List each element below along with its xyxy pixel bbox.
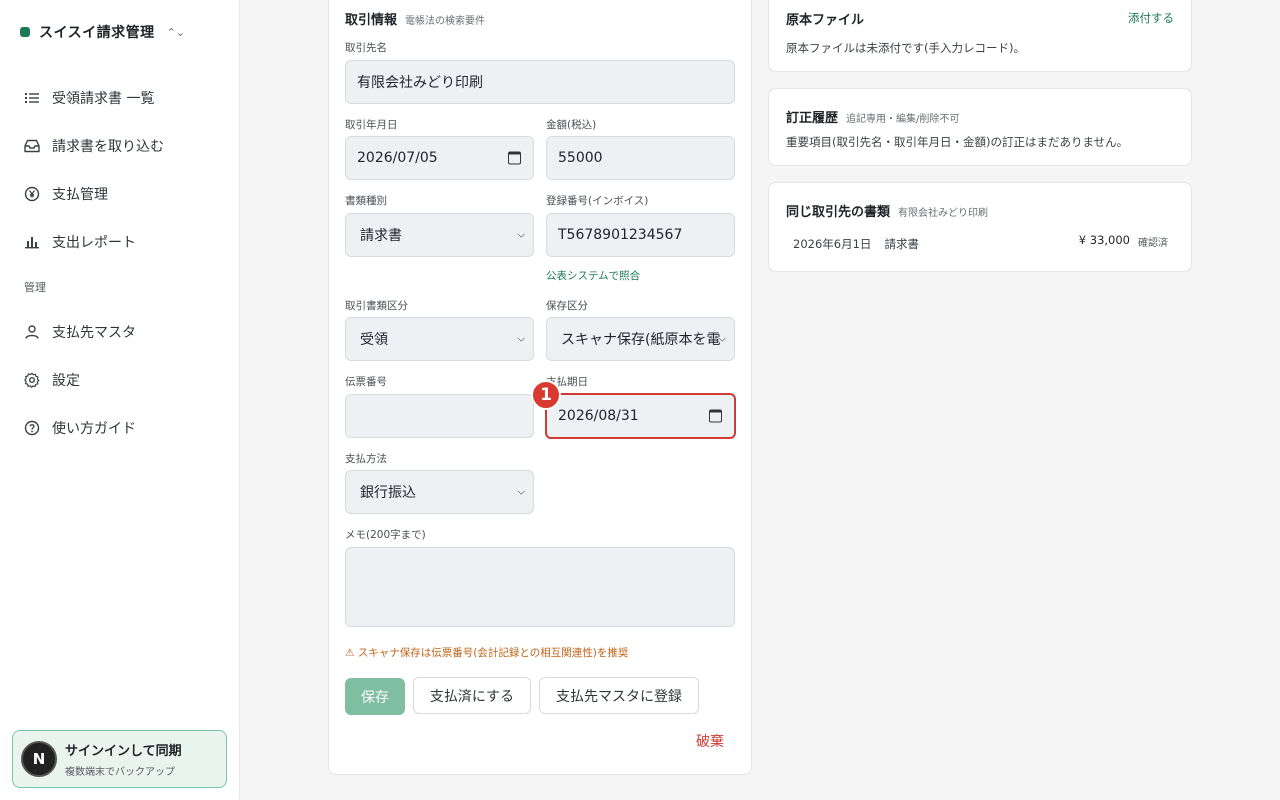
sidebar-item-vendor-master[interactable]: 支払先マスタ (12, 308, 228, 356)
scanner-warning: ⚠ スキャナ保存は伝票番号(会計記録との相互関連性)を推奨 (345, 647, 629, 659)
slip-number-input[interactable] (345, 394, 534, 438)
brand-name: スイスイ請求管理 (39, 25, 155, 41)
form-subtitle: 電帳法の検索要件 (405, 16, 486, 27)
original-file-status: 原本ファイルは未添付です(手入力レコード)。 (786, 41, 1025, 55)
sidebar-item-invoice-list[interactable]: 受領請求書 一覧 (12, 74, 228, 122)
save-button[interactable]: 保存 (345, 678, 405, 715)
doc-type-label: 書類種別 (345, 195, 387, 207)
sidebar-item-payments[interactable]: 支払管理 (12, 170, 228, 218)
sidebar-item-label: 請求書を取り込む (52, 139, 164, 155)
transaction-date-value: 2026/07/05 (357, 150, 438, 166)
trade-class-select[interactable]: 受領 ⌵ (345, 317, 534, 361)
chevron-down-icon: ⌵ (517, 229, 525, 241)
sidebar-item-label: 支出レポート (52, 235, 136, 251)
sidebar-item-guide[interactable]: 使い方ガイド (12, 404, 228, 452)
doc-type-select[interactable]: 請求書 ⌵ (345, 213, 534, 257)
list-icon (24, 90, 40, 106)
related-subtitle: 有限会社みどり印刷 (898, 208, 989, 219)
help-icon (24, 420, 40, 436)
date-label: 取引年月日 (345, 119, 398, 131)
related-documents-panel: 同じ取引先の書類 有限会社みどり印刷 2026年6月1日 請求書 ¥ 33,000… (768, 182, 1192, 272)
step-badge: 1 (531, 380, 561, 410)
register-vendor-button[interactable]: 支払先マスタに登録 (539, 677, 699, 714)
related-doc-amount: ¥ 33,000 (1078, 233, 1130, 247)
discard-button[interactable]: 破棄 (696, 731, 724, 751)
workspace-switcher[interactable]: スイスイ請求管理 ⌃⌄ (20, 22, 185, 42)
amount-input[interactable]: 55000 (546, 136, 735, 180)
correction-history-panel: 訂正履歴 追記専用・編集/削除不可 重要項目(取引先名・取引年月日・金額)の訂正は… (768, 88, 1192, 166)
storage-class-label: 保存区分 (546, 300, 588, 312)
transaction-date-input[interactable]: 2026/07/05 (345, 136, 534, 180)
related-title: 同じ取引先の書類 (786, 205, 891, 220)
reg-number-input[interactable]: T5678901234567 (546, 213, 735, 257)
vendor-label: 取引先名 (345, 42, 387, 54)
history-subtitle: 追記専用・編集/削除不可 (846, 114, 960, 125)
bar-chart-icon (24, 234, 40, 250)
avatar: N (21, 741, 57, 777)
due-date-value: 2026/08/31 (558, 408, 639, 424)
form-section-header: 取引情報 電帳法の検索要件 (345, 9, 485, 28)
history-status: 重要項目(取引先名・取引年月日・金額)の訂正はまだありません。 (786, 135, 1129, 149)
sidebar-item-settings[interactable]: 設定 (12, 356, 228, 404)
storage-class-select[interactable]: スキャナ保存(紙原本を電 ⌵ (546, 317, 735, 361)
inbox-icon (24, 138, 40, 154)
sidebar-section-admin: 管理 (24, 281, 46, 294)
chevron-down-icon: ⌵ (517, 333, 525, 345)
related-doc-status: 確認済 (1138, 238, 1168, 249)
storage-class-value: スキャナ保存(紙原本を電 (561, 332, 721, 348)
yen-icon (24, 186, 40, 202)
sidebar-item-label: 受領請求書 一覧 (52, 91, 155, 107)
signin-title: サインインして同期 (65, 744, 182, 759)
payment-method-select[interactable]: 銀行振込 ⌵ (345, 470, 534, 514)
signin-sync-button[interactable]: N サインインして同期 複数端末でバックアップ (12, 730, 227, 788)
original-file-title: 原本ファイル (786, 13, 865, 28)
related-doc-type: 請求書 (884, 237, 920, 251)
memo-textarea[interactable] (345, 547, 735, 627)
original-file-panel: 原本ファイル 添付する 原本ファイルは未添付です(手入力レコード)。 (768, 0, 1192, 72)
sidebar-item-label: 設定 (52, 373, 80, 389)
amount-label: 金額(税込) (546, 119, 597, 131)
gear-icon (24, 372, 40, 388)
user-icon (24, 324, 40, 340)
sidebar: スイスイ請求管理 ⌃⌄ 受領請求書 一覧 請求書を取り込む 支払管理 支出レポー… (0, 0, 240, 800)
verify-registry-link[interactable]: 公表システムで照合 (546, 268, 640, 283)
calendar-icon[interactable] (508, 151, 521, 165)
trade-class-label: 取引書類区分 (345, 300, 408, 312)
brand-logo-icon (20, 27, 30, 37)
memo-label: メモ(200字まで) (345, 529, 426, 541)
related-doc-date: 2026年6月1日 (793, 237, 872, 251)
sidebar-item-label: 使い方ガイド (52, 421, 136, 437)
chevron-up-down-icon: ⌃⌄ (166, 25, 186, 39)
payment-method-label: 支払方法 (345, 453, 387, 465)
mark-paid-button[interactable]: 支払済にする (413, 677, 531, 714)
related-title-row: 同じ取引先の書類 有限会社みどり印刷 (786, 201, 988, 220)
slip-number-label: 伝票番号 (345, 376, 387, 388)
signin-subtitle: 複数端末でバックアップ (65, 767, 175, 778)
form-title: 取引情報 (345, 13, 398, 28)
sidebar-nav: 受領請求書 一覧 請求書を取り込む 支払管理 支出レポート 管理 支払先マスタ … (12, 74, 228, 452)
calendar-icon[interactable] (709, 409, 722, 423)
trade-class-value: 受領 (360, 332, 388, 348)
due-date-input[interactable]: 2026/08/31 (545, 393, 736, 439)
chevron-down-icon: ⌵ (718, 333, 726, 345)
chevron-down-icon: ⌵ (517, 486, 525, 498)
history-title: 訂正履歴 (786, 111, 839, 126)
signin-text: サインインして同期 複数端末でバックアップ (65, 740, 182, 778)
vendor-input[interactable]: 有限会社みどり印刷 (345, 60, 735, 104)
payment-method-value: 銀行振込 (360, 485, 416, 501)
attach-file-link[interactable]: 添付する (1128, 10, 1174, 26)
reg-number-label: 登録番号(インボイス) (546, 195, 649, 207)
sidebar-item-report[interactable]: 支出レポート (12, 218, 228, 266)
doc-type-value: 請求書 (360, 228, 402, 244)
related-doc-row[interactable]: 2026年6月1日 請求書 ¥ 33,000 確認済 (793, 233, 1168, 251)
sidebar-item-import[interactable]: 請求書を取り込む (12, 122, 228, 170)
history-title-row: 訂正履歴 追記専用・編集/削除不可 (786, 107, 959, 126)
sidebar-item-label: 支払管理 (52, 187, 108, 203)
sidebar-item-label: 支払先マスタ (52, 325, 136, 341)
